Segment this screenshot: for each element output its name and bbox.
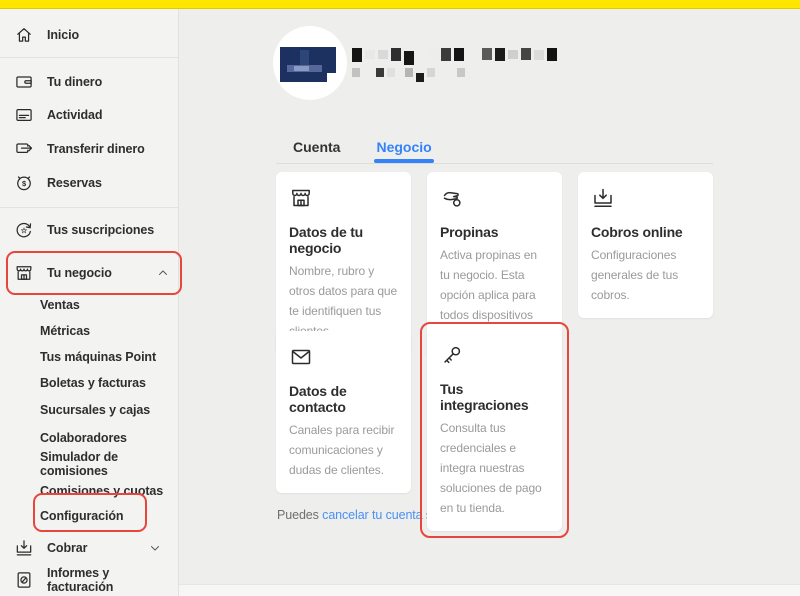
chevron-down-icon <box>148 541 174 555</box>
sidebar-item-label: Cobrar <box>47 541 87 555</box>
sidebar-item-cobrar[interactable]: Cobrar <box>14 537 174 559</box>
card-description: Nombre, rubro y otros datos para que te … <box>289 261 398 341</box>
sidebar-item-boletas-y-facturas[interactable]: Boletas y facturas <box>40 373 174 393</box>
cancel-account-link[interactable]: cancelar tu cuenta <box>322 508 422 522</box>
avatar-redacted-image <box>280 47 336 82</box>
sidebar-item-label: Tu negocio <box>47 266 112 280</box>
sidebar-item-label: Reservas <box>47 176 102 190</box>
sidebar-item-reservas[interactable]: $ Reservas <box>14 172 174 194</box>
sidebar-item-simulador-de-comisiones[interactable]: Simulador de comisiones <box>40 454 174 474</box>
avatar <box>273 26 347 100</box>
store-icon <box>289 186 313 210</box>
tabs-divider <box>276 163 713 164</box>
key-icon <box>440 343 464 367</box>
sidebar-divider <box>0 207 178 208</box>
sidebar-item-inicio[interactable]: Inicio <box>14 24 174 46</box>
chevron-up-icon <box>156 266 174 280</box>
card-title: Tus integraciones <box>440 381 549 413</box>
subscriptions-icon: ☆ <box>14 220 34 240</box>
profile-tabs: Cuenta Negocio <box>277 132 448 162</box>
highlight-box-tus-integraciones: Tus integraciones Consulta tus credencia… <box>420 322 569 538</box>
store-icon <box>14 263 34 283</box>
sidebar-nav: Inicio Tu dinero Actividad Transferir di… <box>0 9 179 596</box>
card-tus-integraciones[interactable]: Tus integraciones Consulta tus credencia… <box>427 329 562 531</box>
reports-icon <box>14 570 34 590</box>
collect-tray-icon <box>591 186 615 210</box>
sidebar-item-sucursales-y-cajas[interactable]: Sucursales y cajas <box>40 400 174 420</box>
card-datos-de-tu-negocio[interactable]: Datos de tu negocio Nombre, rubro y otro… <box>276 172 411 354</box>
sidebar-item-label: Inicio <box>47 28 79 42</box>
sidebar-item-metricas[interactable]: Métricas <box>40 321 174 341</box>
card-title: Cobros online <box>591 224 700 240</box>
activity-icon <box>14 105 34 125</box>
sidebar-item-ventas[interactable]: Ventas <box>40 295 174 315</box>
sidebar-item-label: Actividad <box>47 108 102 122</box>
redacted-user-name <box>352 48 557 65</box>
bottom-strip <box>179 584 800 596</box>
home-icon <box>14 25 34 45</box>
card-title: Propinas <box>440 224 549 240</box>
card-description: Configuraciones generales de tus cobros. <box>591 245 700 305</box>
piggy-bank-icon: $ <box>14 173 34 193</box>
card-cobros-online[interactable]: Cobros online Configuraciones generales … <box>578 172 713 318</box>
card-title: Datos de contacto <box>289 383 398 415</box>
transfer-icon <box>14 139 34 159</box>
card-datos-de-contacto[interactable]: Datos de contacto Canales para recibir c… <box>276 331 411 493</box>
sidebar-item-colaboradores[interactable]: Colaboradores <box>40 428 174 448</box>
collect-tray-icon <box>14 538 34 558</box>
sidebar-item-tus-maquinas-point[interactable]: Tus máquinas Point <box>40 347 174 367</box>
svg-text:$: $ <box>22 179 27 188</box>
tab-cuenta[interactable]: Cuenta <box>277 132 356 162</box>
settings-page: Inicio Tu dinero Actividad Transferir di… <box>0 0 800 596</box>
sidebar-item-label: Transferir dinero <box>47 142 145 156</box>
card-title: Datos de tu negocio <box>289 224 398 256</box>
sidebar-item-label: Tus suscripciones <box>47 223 154 237</box>
sidebar-item-tu-negocio[interactable]: Tu negocio <box>14 262 174 284</box>
tip-hand-icon <box>440 186 464 210</box>
sidebar-item-label: Tu dinero <box>47 75 102 89</box>
wallet-icon <box>14 72 34 92</box>
sidebar-item-label: Informes y facturación <box>47 566 174 594</box>
sidebar-item-comisiones-y-cuotas[interactable]: Comisiones y cuotas <box>40 481 174 501</box>
envelope-icon <box>289 345 313 369</box>
card-description: Consulta tus credenciales e integra nues… <box>440 418 549 518</box>
sidebar-item-tu-dinero[interactable]: Tu dinero <box>14 71 174 93</box>
card-description: Canales para recibir comunicaciones y du… <box>289 420 398 480</box>
sidebar-item-informes-y-facturacion[interactable]: Informes y facturación <box>14 569 174 591</box>
sidebar-item-actividad[interactable]: Actividad <box>14 104 174 126</box>
sidebar-divider <box>0 57 178 58</box>
redacted-user-subtitle <box>352 68 465 82</box>
sidebar-item-configuracion[interactable]: Configuración <box>40 506 174 526</box>
brand-top-bar <box>0 0 800 9</box>
tab-negocio[interactable]: Negocio <box>360 132 447 162</box>
sidebar-item-tus-suscripciones[interactable]: ☆ Tus suscripciones <box>14 219 174 241</box>
sidebar-item-transferir-dinero[interactable]: Transferir dinero <box>14 138 174 160</box>
